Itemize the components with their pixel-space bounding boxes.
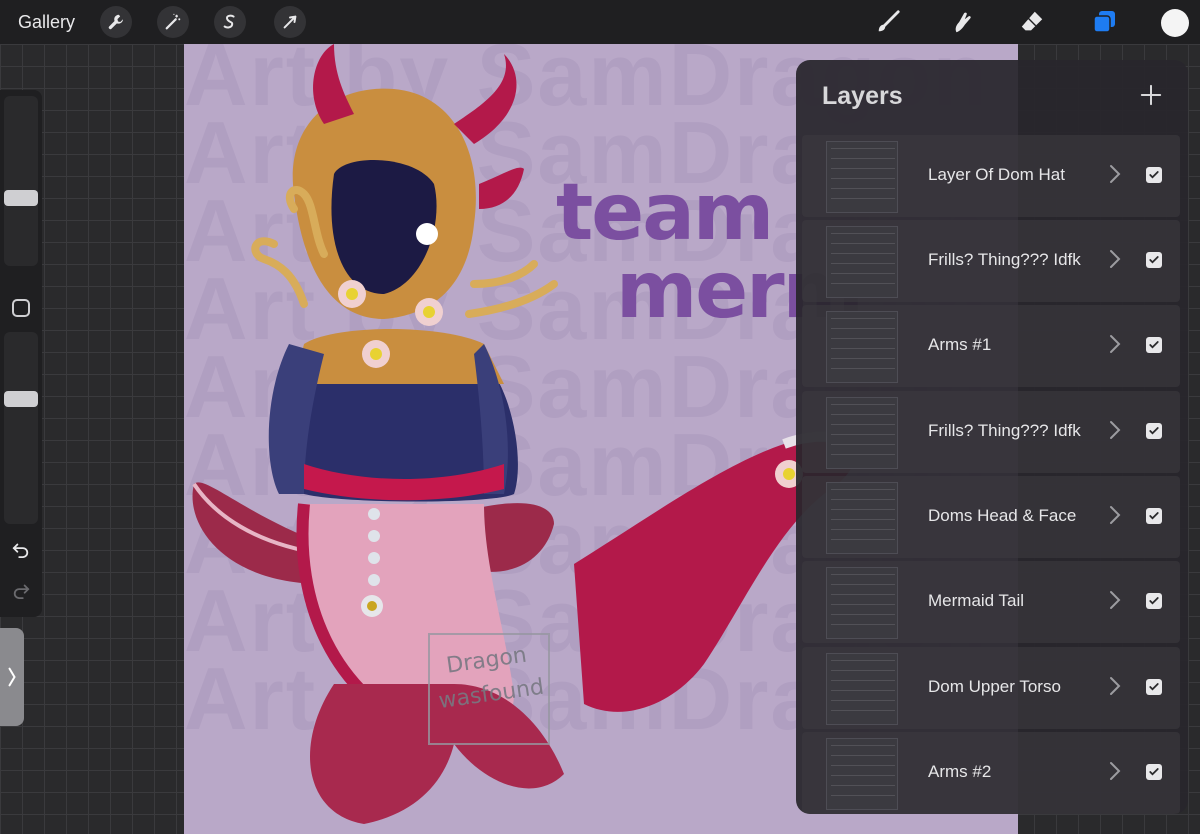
transform-icon[interactable] [274, 6, 306, 38]
layer-row[interactable]: Arms #2 [802, 732, 1180, 814]
layer-name[interactable]: Frills? Thing??? Idfk [928, 250, 1081, 270]
brush-icon[interactable] [872, 6, 904, 38]
selection-icon[interactable] [214, 6, 246, 38]
layer-name[interactable]: Arms #1 [928, 335, 991, 355]
undo-icon[interactable] [9, 537, 33, 561]
layers-icon[interactable] [1088, 6, 1120, 38]
layer-name[interactable]: Frills? Thing??? Idfk [928, 421, 1081, 441]
layer-row[interactable]: Mermaid Tail [802, 561, 1180, 643]
layer-visibility-checkbox[interactable] [1146, 252, 1162, 268]
redo-icon[interactable] [9, 578, 33, 602]
left-sidebar [0, 90, 42, 617]
layer-thumbnail [826, 226, 898, 298]
layer-row[interactable]: Dom Upper Torso [802, 647, 1180, 729]
layer-visibility-checkbox[interactable] [1146, 508, 1162, 524]
layer-row[interactable]: Arms #1 [802, 305, 1180, 387]
layer-thumbnail [826, 653, 898, 725]
layer-name[interactable]: Dom Upper Torso [928, 677, 1061, 697]
layer-thumbnail [826, 567, 898, 639]
layer-options-chevron-icon[interactable] [1108, 419, 1122, 441]
gallery-button[interactable]: Gallery [18, 12, 75, 33]
wrench-icon[interactable] [100, 6, 132, 38]
layer-visibility-checkbox[interactable] [1146, 167, 1162, 183]
layer-visibility-checkbox[interactable] [1146, 337, 1162, 353]
eraser-icon[interactable] [1016, 6, 1048, 38]
layer-name[interactable]: Arms #2 [928, 762, 991, 782]
opacity-slider-handle[interactable] [4, 391, 38, 408]
layer-thumbnail [826, 738, 898, 810]
layer-options-chevron-icon[interactable] [1108, 333, 1122, 355]
layer-thumbnail [826, 141, 898, 213]
layer-visibility-checkbox[interactable] [1146, 593, 1162, 609]
magic-wand-icon[interactable] [157, 6, 189, 38]
layers-panel-title: Layers [822, 82, 903, 110]
layers-panel: Layers Layer Of Dom Hat Frills? Thing??? … [796, 60, 1188, 814]
smudge-icon[interactable] [946, 6, 978, 38]
layer-thumbnail [826, 311, 898, 383]
layer-options-chevron-icon[interactable] [1108, 675, 1122, 697]
layer-thumbnail [826, 397, 898, 469]
top-toolbar: Gallery [0, 0, 1200, 44]
layer-row[interactable]: Frills? Thing??? Idfk [802, 220, 1180, 302]
layer-options-chevron-icon[interactable] [1108, 589, 1122, 611]
layer-row[interactable]: Frills? Thing??? Idfk [802, 391, 1180, 473]
layer-name[interactable]: Layer Of Dom Hat [928, 165, 1065, 185]
layer-options-chevron-icon[interactable] [1108, 248, 1122, 270]
color-picker-button[interactable] [1161, 9, 1189, 37]
layer-options-chevron-icon[interactable] [1108, 504, 1122, 526]
layer-row[interactable]: Doms Head & Face [802, 476, 1180, 558]
layer-visibility-checkbox[interactable] [1146, 423, 1162, 439]
layer-name[interactable]: Mermaid Tail [928, 591, 1024, 611]
layer-thumbnail [826, 482, 898, 554]
opacity-slider[interactable] [4, 332, 38, 524]
add-layer-icon[interactable] [1138, 82, 1164, 108]
layer-visibility-checkbox[interactable] [1146, 679, 1162, 695]
layer-options-chevron-icon[interactable] [1108, 760, 1122, 782]
layer-row[interactable]: Layer Of Dom Hat [802, 135, 1180, 217]
layer-name[interactable]: Doms Head & Face [928, 506, 1076, 526]
layer-options-chevron-icon[interactable] [1108, 163, 1122, 185]
brush-size-slider-handle[interactable] [4, 190, 38, 206]
brush-size-slider[interactable] [4, 96, 38, 266]
modify-button[interactable] [12, 299, 30, 317]
sidebar-toggle-chevron-icon[interactable] [0, 628, 24, 726]
layer-visibility-checkbox[interactable] [1146, 764, 1162, 780]
